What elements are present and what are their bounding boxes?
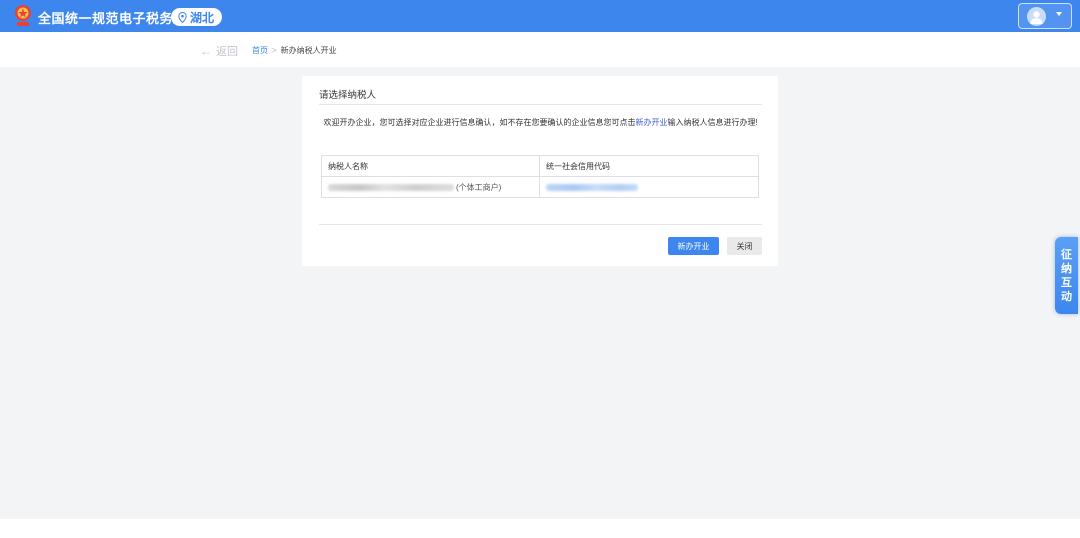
breadcrumb-separator: >	[272, 46, 277, 55]
intro-text: 欢迎开办企业，您可选择对应企业进行信息确认，如不存在您要确认的企业信息您可点击新…	[323, 118, 758, 127]
user-avatar-icon	[1027, 7, 1046, 26]
side-tab-char: 互	[1061, 276, 1072, 289]
caret-down-icon	[1056, 12, 1062, 16]
taxpayer-type-suffix: (个体工商户)	[456, 182, 502, 192]
back-label: 返回	[216, 46, 238, 58]
credit-code-cell[interactable]	[539, 176, 759, 198]
card-title: 请选择纳税人	[319, 90, 377, 101]
top-header: 全国统一规范电子税务局 湖北	[0, 0, 1080, 32]
breadcrumb-home-link[interactable]: 首页	[252, 45, 268, 56]
close-button[interactable]: 关闭	[727, 237, 762, 255]
bottom-strip	[0, 519, 1080, 538]
redacted-name	[328, 183, 454, 191]
table-row[interactable]: (个体工商户)	[321, 176, 759, 198]
column-header-credit-code: 统一社会信用代码	[539, 155, 759, 177]
breadcrumb-bar: ← 返回 首页 > 新办纳税人开业	[0, 32, 1080, 67]
footer-divider	[319, 224, 762, 225]
user-menu[interactable]	[1018, 3, 1072, 29]
breadcrumb-current: 新办纳税人开业	[280, 46, 337, 55]
redacted-credit-code	[546, 183, 638, 191]
column-header-name: 纳税人名称	[321, 155, 540, 177]
select-taxpayer-card: 请选择纳税人 欢迎开办企业，您可选择对应企业进行信息确认，如不存在您要确认的企业…	[302, 76, 778, 266]
region-label: 湖北	[190, 10, 215, 25]
region-selector[interactable]: 湖北	[171, 8, 223, 26]
side-tab-char: 征	[1061, 248, 1072, 261]
new-business-link[interactable]: 新办开业	[635, 118, 667, 127]
new-business-button[interactable]: 新办开业	[668, 237, 719, 255]
taxpayer-name-cell[interactable]: (个体工商户)	[321, 176, 540, 198]
interaction-side-tab[interactable]: 征 纳 互 动	[1055, 237, 1078, 314]
taxpayer-table: 纳税人名称 统一社会信用代码 (个体工商户)	[321, 155, 759, 198]
back-button[interactable]: ← 返回	[200, 43, 238, 59]
location-pin-icon	[178, 11, 187, 23]
title-divider	[319, 104, 762, 105]
table-header-row: 纳税人名称 统一社会信用代码	[321, 155, 759, 177]
site-title[interactable]: 全国统一规范电子税务局	[38, 8, 187, 27]
breadcrumb: 首页 > 新办纳税人开业	[252, 45, 337, 56]
tax-emblem-icon	[15, 5, 31, 26]
arrow-left-icon: ←	[200, 44, 212, 58]
side-tab-char: 动	[1061, 290, 1072, 303]
side-tab-char: 纳	[1061, 262, 1072, 275]
